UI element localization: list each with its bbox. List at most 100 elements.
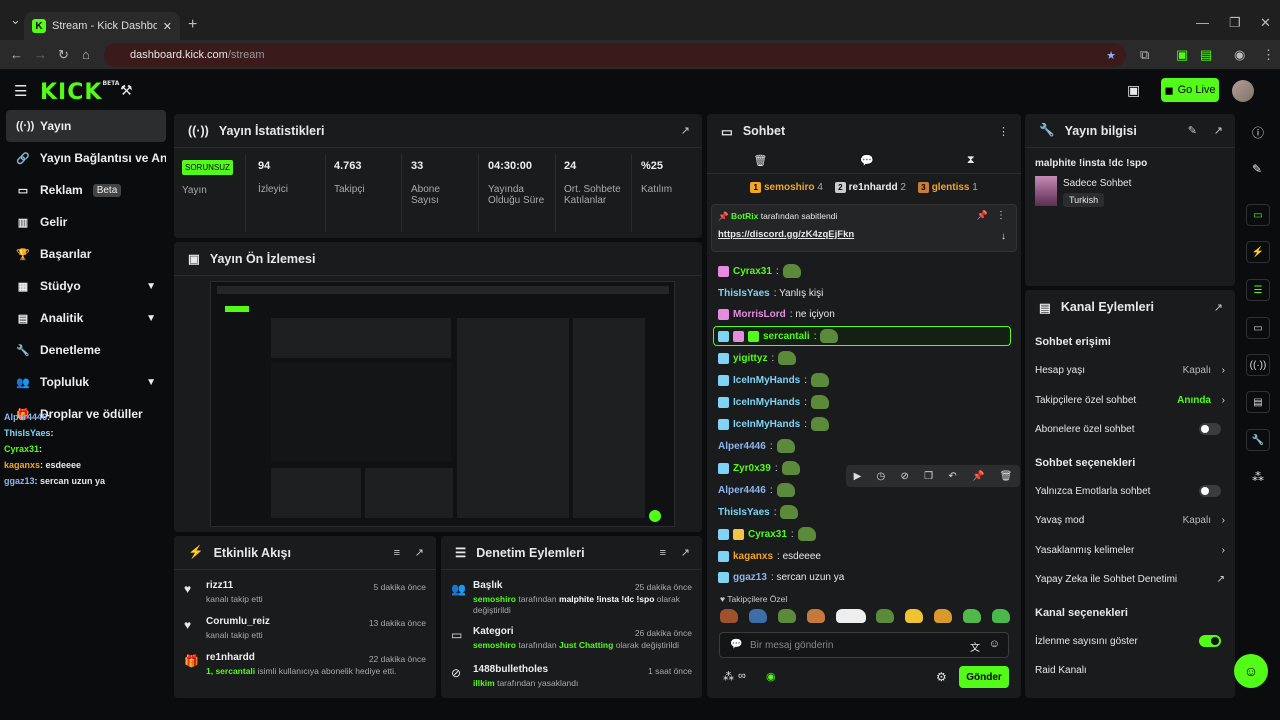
leader-1[interactable]: 1 semoshiro 4 <box>750 181 823 193</box>
chat-message-highlighted[interactable]: sercantali: <box>713 326 1011 346</box>
chat-user[interactable]: yigittyz <box>733 353 767 364</box>
emote-icon[interactable] <box>748 609 767 623</box>
sidebar-item-stream[interactable]: ((·)) Yayın <box>6 110 166 142</box>
browser-menu-icon[interactable]: ⋮ <box>1262 48 1275 62</box>
emote-icon[interactable] <box>905 609 924 623</box>
chat-user[interactable]: ggaz13 <box>733 572 767 583</box>
chat-message[interactable]: yigittyz: <box>718 350 797 366</box>
edit-icon[interactable]: ✎ <box>1252 162 1262 176</box>
play-icon[interactable]: ▶ <box>854 471 862 482</box>
emote-icon[interactable] <box>777 609 796 623</box>
hammer-icon[interactable]: ⚒ <box>120 82 133 99</box>
rail-chat-icon[interactable]: ▭ <box>1246 317 1270 339</box>
chat-message[interactable]: kaganxs: esdeeee <box>718 548 821 564</box>
hamburger-menu-icon[interactable]: ☰ <box>14 82 27 100</box>
rail-stats-icon[interactable]: ▭ <box>1246 204 1270 226</box>
chat-message[interactable]: ThisIsYaes: <box>718 504 799 520</box>
extension-icon[interactable]: ▣ <box>1176 48 1188 62</box>
rail-wrench-icon[interactable]: 🔧 <box>1246 429 1270 451</box>
timeout-icon[interactable]: ◷ <box>877 471 886 482</box>
bookmark-star-icon[interactable]: ★ <box>1106 49 1116 62</box>
banned-words-row[interactable]: Yasaklanmış kelimeler › <box>1035 540 1225 560</box>
chat-message[interactable]: Alper4446: <box>718 482 795 498</box>
sidebar-item-ads[interactable]: ▭ Reklam Beta <box>6 174 166 206</box>
chat-user[interactable]: kaganxs <box>733 551 773 562</box>
emote-icon[interactable] <box>934 609 953 623</box>
undo-icon[interactable]: ↶ <box>948 471 956 482</box>
emote-icon[interactable] <box>835 609 866 623</box>
chat-message[interactable]: IceInMyHands: <box>718 372 830 388</box>
sidebar-item-community[interactable]: 👥 Topluluk ▼ <box>6 366 166 398</box>
more-options-icon[interactable]: ⋮ <box>998 125 1009 138</box>
chat-user[interactable]: IceInMyHands <box>733 397 800 408</box>
chat-user[interactable]: IceInMyHands <box>733 419 800 430</box>
popout-icon[interactable]: ↗ <box>681 124 690 137</box>
new-tab-icon[interactable]: + <box>188 17 197 33</box>
send-button[interactable]: Gönder <box>959 666 1009 688</box>
filter-icon[interactable]: ≡ <box>660 547 666 559</box>
chat-message[interactable]: Zyr0x39: <box>718 460 800 476</box>
chat-user[interactable]: Zyr0x39 <box>733 463 771 474</box>
chat-message[interactable]: Cyrax31: <box>718 263 801 279</box>
chat-user[interactable]: Alper4446 <box>718 485 766 496</box>
chat-user[interactable]: MorrisLord <box>733 309 786 320</box>
popout-icon[interactable]: ↗ <box>681 546 690 559</box>
minimize-icon[interactable]: — <box>1196 16 1209 30</box>
chat-message[interactable]: ggaz13: sercan uzun ya <box>718 569 844 585</box>
delete-icon[interactable]: 🗑 <box>1000 471 1013 482</box>
chat-user[interactable]: Alper4446 <box>718 441 766 452</box>
edit-icon[interactable]: ✎ <box>1188 124 1197 137</box>
chat-message[interactable]: IceInMyHands: <box>718 394 830 410</box>
sidebar-item-studio[interactable]: ▦ Stüdyo ▼ <box>6 270 166 302</box>
settings-gear-icon[interactable]: ⚙ <box>936 670 947 684</box>
chat-message[interactable]: ThisIsYaes: Yanlış kişi <box>718 285 823 301</box>
chat-user[interactable]: Cyrax31 <box>733 266 772 277</box>
rail-list-icon[interactable]: ☰ <box>1246 279 1270 301</box>
camera-icon[interactable]: ▣ <box>1127 82 1140 99</box>
hourglass-icon[interactable]: ⧗ <box>967 154 975 167</box>
sidebar-item-stream-key[interactable]: 🔗 Yayın Bağlantısı ve Anahtarı <box>6 142 166 174</box>
chat-user[interactable]: sercantali <box>763 331 810 342</box>
emote-icon[interactable] <box>720 609 738 623</box>
reload-icon[interactable]: ↻ <box>58 48 69 62</box>
tab-search-icon[interactable]: ⌄ <box>10 13 21 27</box>
chat-message[interactable]: MorrisLord: ne içiyon <box>718 306 835 322</box>
home-icon[interactable]: ⌂ <box>82 48 90 62</box>
translate-icon[interactable]: ▤ <box>1200 48 1212 62</box>
kick-logo[interactable]: KICKBETA <box>40 80 119 105</box>
infinity-icon[interactable]: ∞ <box>738 670 746 682</box>
translate-icon[interactable]: 文 <box>970 639 980 654</box>
community-icon[interactable]: ⁂ <box>1252 470 1264 484</box>
chat-user[interactable]: Cyrax31 <box>748 529 787 540</box>
chat-user[interactable]: ThisIsYaes <box>718 288 770 299</box>
sidebar-item-achievements[interactable]: 🏆 Başarılar <box>6 238 166 270</box>
community-icon[interactable]: ⁂ <box>723 670 734 683</box>
expand-icon[interactable]: ↓ <box>1001 231 1006 242</box>
emote-icon[interactable] <box>991 609 1010 623</box>
trash-icon[interactable]: 🗑 <box>753 154 767 167</box>
subs-only-toggle[interactable] <box>1199 423 1221 435</box>
forward-icon[interactable]: → <box>34 48 47 62</box>
rail-lightning-icon[interactable]: ⚡ <box>1246 241 1270 263</box>
emoji-icon[interactable]: ☺ <box>989 638 1000 650</box>
emote-icon[interactable] <box>876 609 895 623</box>
chat-message[interactable]: IceInMyHands: <box>718 416 830 432</box>
kick-points-icon[interactable]: ◉ <box>766 670 776 683</box>
show-viewers-toggle[interactable] <box>1199 635 1221 647</box>
popout-icon[interactable]: ↗ <box>1214 301 1223 314</box>
leader-2[interactable]: 2 re1nhardd 2 <box>834 181 906 193</box>
emote-icon[interactable] <box>806 609 825 623</box>
account-age-row[interactable]: Hesap yaşı Kapalı › <box>1035 360 1225 380</box>
popout-icon[interactable]: ↗ <box>1214 124 1223 137</box>
rail-server-icon[interactable]: ▤ <box>1246 391 1270 413</box>
chat-message[interactable]: Alper4446: <box>718 438 795 454</box>
emote-icon[interactable] <box>963 609 981 623</box>
ban-icon[interactable]: ⊘ <box>901 471 909 482</box>
slow-mode-row[interactable]: Yavaş mod Kapalı › <box>1035 510 1225 530</box>
ai-moderation-row[interactable]: Yapay Zeka ile Sohbet Denetimi ↗ <box>1035 569 1225 589</box>
copy-icon[interactable]: ❐ <box>924 471 933 482</box>
chat-input[interactable]: 💬 Bir mesaj gönderin 文 ☺ <box>719 632 1009 658</box>
followers-only-row[interactable]: Takipçilere özel sohbet Anında › <box>1035 390 1225 410</box>
info-icon[interactable]: ⓘ <box>1252 124 1264 141</box>
sidebar-item-moderation[interactable]: 🔧 Denetleme <box>6 334 166 366</box>
